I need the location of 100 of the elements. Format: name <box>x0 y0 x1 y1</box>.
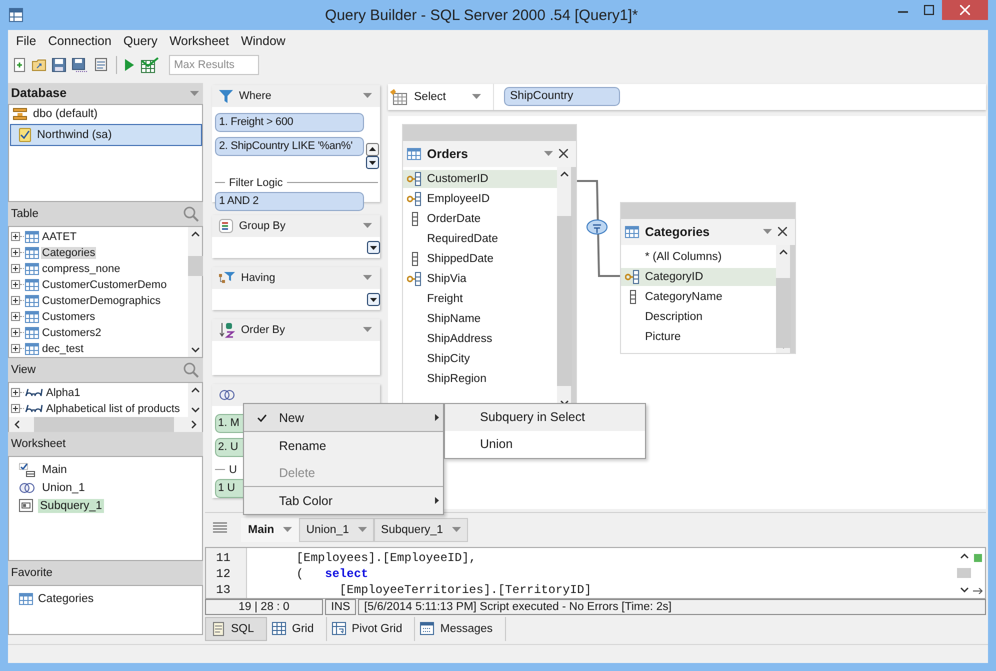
result-tab[interactable]: Messages <box>415 616 506 641</box>
dropdown-caret-icon[interactable] <box>452 527 462 532</box>
scroll-up-button[interactable] <box>366 142 379 156</box>
scroll-down-icon[interactable] <box>960 586 968 593</box>
tree-item[interactable]: CustomerCustomerDemo <box>41 278 168 291</box>
column-row[interactable]: OrderDate <box>403 210 557 228</box>
column-row[interactable]: ShipRegion <box>403 370 557 388</box>
menu-item[interactable]: Connection <box>43 32 116 50</box>
dropdown-caret-icon[interactable] <box>283 527 292 532</box>
split-icon[interactable] <box>973 588 983 594</box>
expand-icon[interactable] <box>11 404 20 414</box>
run-icon[interactable] <box>123 58 135 72</box>
scroll-down-button[interactable] <box>367 292 380 306</box>
scroll-thumb[interactable] <box>776 278 790 348</box>
dropdown-caret-icon[interactable] <box>358 527 368 532</box>
scroll-down-icon[interactable] <box>560 400 568 406</box>
dropdown-caret-icon[interactable] <box>363 93 372 98</box>
menu-item[interactable]: Union <box>445 431 645 458</box>
max-results-field[interactable]: Max Results <box>169 54 259 75</box>
tree-item[interactable]: dec_test <box>41 342 85 355</box>
menu-item[interactable]: File <box>11 32 42 50</box>
scrollbar[interactable] <box>188 382 202 417</box>
close-icon[interactable] <box>778 227 787 236</box>
dropdown-caret-icon[interactable] <box>363 275 372 280</box>
menu-item[interactable]: Query <box>118 32 162 50</box>
expand-icon[interactable] <box>11 296 20 306</box>
scroll-down-icon[interactable] <box>190 406 200 413</box>
column-row[interactable]: * (All Columns) <box>621 248 776 266</box>
tree-item[interactable]: compress_none <box>41 262 122 275</box>
expand-icon[interactable] <box>11 264 20 274</box>
table-node[interactable]: Categories * (All Columns) CategoryID CategoryName Description Picture <box>621 202 795 353</box>
column-row[interactable]: ShipCity <box>403 350 557 368</box>
scroll-down-icon[interactable] <box>190 346 200 353</box>
scroll-down-button[interactable] <box>366 156 379 169</box>
scroll-up-icon[interactable] <box>190 230 200 237</box>
drag-handle-bar[interactable] <box>621 202 795 219</box>
list-item[interactable]: Union_1 <box>40 480 87 495</box>
expand-icon[interactable] <box>11 344 20 354</box>
scrollbar[interactable] <box>188 226 202 357</box>
filter-logic-chip[interactable]: 1 AND 2 <box>215 192 364 211</box>
tree-item[interactable]: Categories <box>41 246 96 259</box>
dropdown-caret-icon[interactable] <box>363 223 372 228</box>
tree-item[interactable]: Customers2 <box>41 326 102 339</box>
column-row[interactable]: EmployeeID <box>403 190 557 208</box>
result-tab[interactable]: SQL <box>205 616 268 641</box>
scroll-thumb[interactable] <box>188 256 202 276</box>
result-tab[interactable]: Grid <box>267 616 327 641</box>
menu-item[interactable]: Window <box>236 32 290 50</box>
tree-item[interactable]: CustomerDemographics <box>41 294 162 307</box>
new-file-icon[interactable] <box>12 58 26 72</box>
expand-icon[interactable] <box>11 232 20 242</box>
scroll-thumb[interactable] <box>556 216 572 386</box>
drag-handle-bar[interactable] <box>403 124 576 141</box>
schema-label[interactable]: dbo (default) <box>33 108 98 120</box>
worksheet-tab[interactable]: Subquery_1 <box>374 518 468 542</box>
worksheet-tab[interactable]: Main <box>241 518 300 542</box>
column-row[interactable]: CategoryID <box>621 268 776 286</box>
favorite-item[interactable]: Categories <box>38 592 94 605</box>
scroll-thumb[interactable] <box>34 416 174 433</box>
menu-item[interactable]: Subquery in Select <box>445 404 645 431</box>
tree-item[interactable]: AATET <box>41 230 78 243</box>
column-row[interactable]: ShipName <box>403 310 557 328</box>
scroll-up-icon[interactable] <box>960 552 968 559</box>
save-all-icon[interactable] <box>72 58 88 72</box>
expand-icon[interactable] <box>11 312 20 322</box>
expand-icon[interactable] <box>11 388 20 398</box>
expand-icon[interactable] <box>11 280 20 290</box>
scroll-up-icon[interactable] <box>778 248 788 255</box>
column-row[interactable]: Picture <box>621 328 776 346</box>
expand-icon[interactable] <box>11 328 20 338</box>
dropdown-caret-icon[interactable] <box>363 327 372 332</box>
tree-item[interactable]: Alphabetical list of products <box>45 402 181 415</box>
menu-item[interactable]: Rename <box>244 431 443 459</box>
column-row[interactable]: Description <box>621 308 776 326</box>
menu-item[interactable]: Tab Color <box>244 486 443 514</box>
worksheet-tab[interactable]: Union_1 <box>299 518 374 542</box>
column-row[interactable]: CategoryName <box>621 288 776 306</box>
dropdown-caret-icon[interactable] <box>544 151 553 156</box>
list-item[interactable]: Main <box>40 462 69 477</box>
scroll-right-icon[interactable] <box>191 420 197 430</box>
column-row[interactable]: ShippedDate <box>403 250 557 268</box>
scroll-up-icon[interactable] <box>560 170 568 177</box>
open-folder-icon[interactable] <box>32 58 46 72</box>
scroll-up-icon[interactable] <box>190 386 200 393</box>
close-button[interactable] <box>942 0 988 20</box>
condition-chip[interactable]: 2. ShipCountry LIKE '%an%' <box>215 136 364 156</box>
menu-item[interactable]: Worksheet <box>164 32 234 50</box>
horizontal-scrollbar[interactable] <box>9 416 202 433</box>
scroll-left-icon[interactable] <box>14 420 20 430</box>
condition-chip[interactable]: 1. Freight > 600 <box>215 112 364 132</box>
run-grid-icon[interactable] <box>141 56 159 73</box>
scroll-down-button[interactable] <box>367 240 380 254</box>
expand-icon[interactable] <box>11 248 20 258</box>
column-row[interactable]: Freight <box>403 290 557 308</box>
sql-editor[interactable]: 11 12 13 [Employees].[EmployeeID], ( select [EmployeeTerritories].[TerritoryID] <box>205 546 986 599</box>
close-icon[interactable] <box>559 149 568 158</box>
document-icon[interactable] <box>94 58 110 72</box>
menu-icon[interactable] <box>213 522 227 534</box>
dropdown-caret-icon[interactable] <box>472 94 481 100</box>
field-chip[interactable]: ShipCountry <box>504 87 620 106</box>
